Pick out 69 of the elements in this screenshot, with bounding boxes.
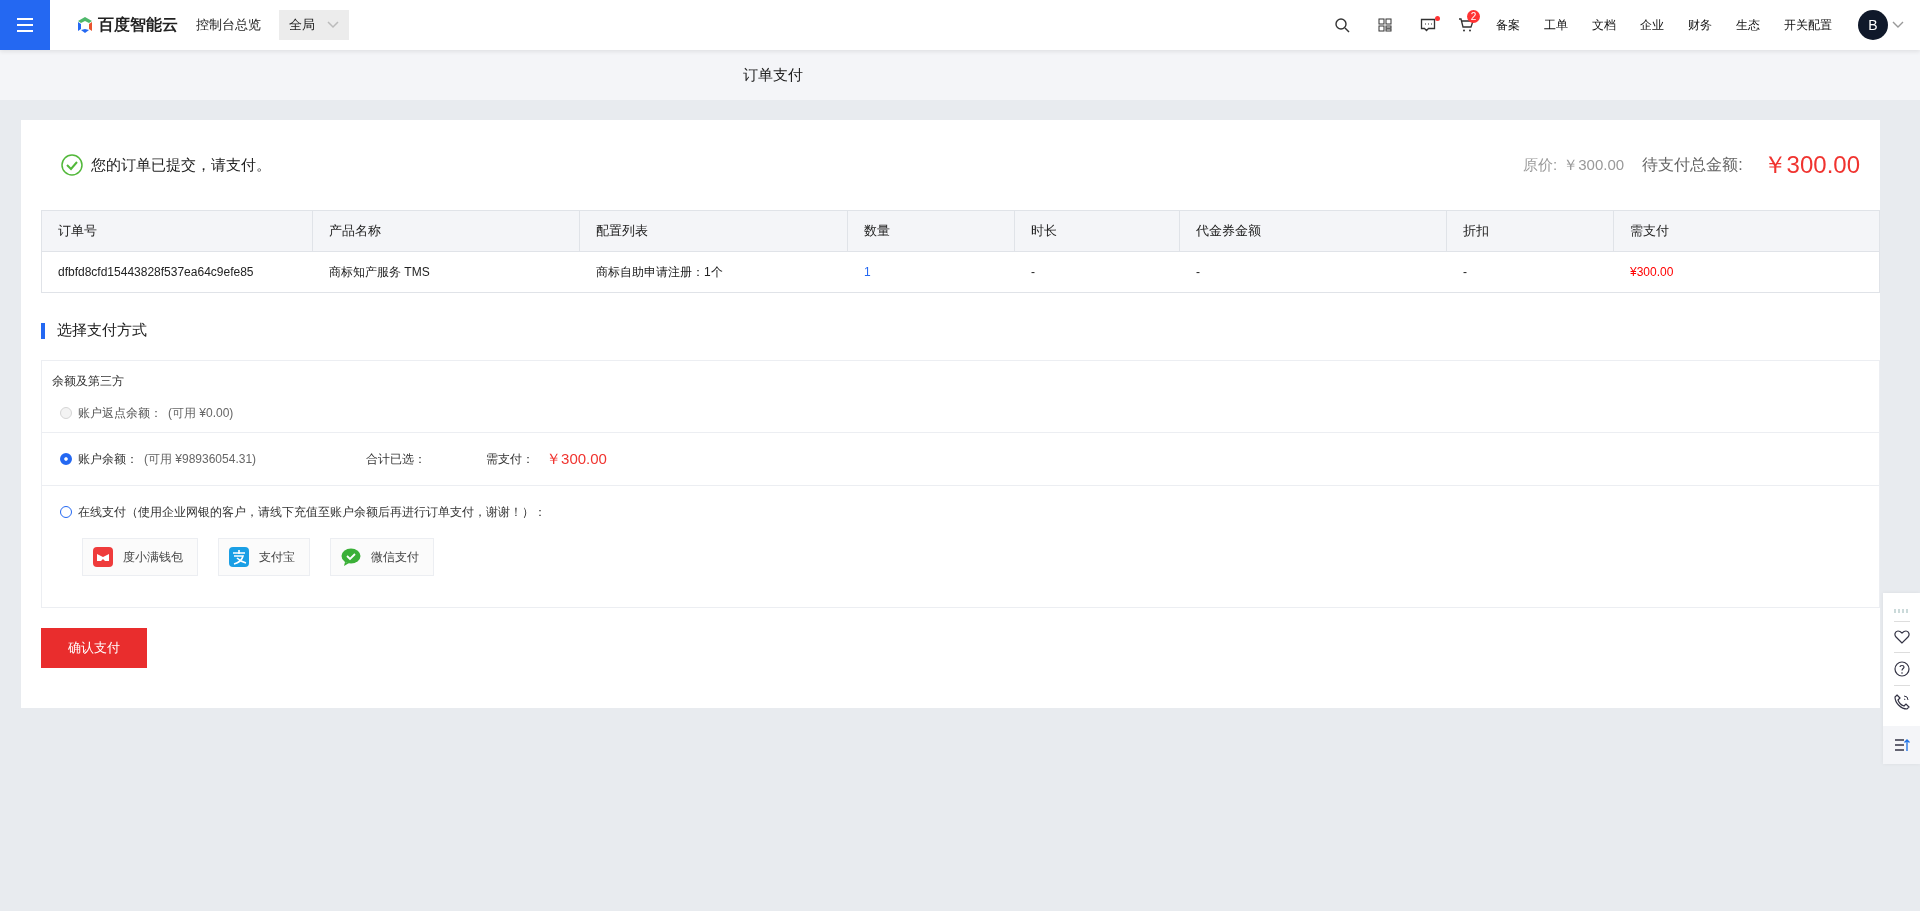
section-marker bbox=[41, 322, 45, 339]
check-circle-icon bbox=[61, 154, 83, 176]
total-due-label: 待支付总金额: bbox=[1642, 154, 1743, 175]
avatar[interactable]: B bbox=[1858, 10, 1888, 40]
table-cell-text: 商标知产服务 TMS bbox=[328, 263, 431, 281]
table-cell-text: 商标自助申请注册：1个 bbox=[595, 263, 724, 281]
group-title: 余额及第三方 bbox=[51, 373, 125, 390]
message-icon[interactable] bbox=[1420, 17, 1436, 33]
menu-button[interactable] bbox=[0, 0, 50, 50]
cube-logo-icon bbox=[76, 16, 94, 34]
nav-link[interactable]: 开关配置 bbox=[1784, 16, 1832, 34]
available-amount: (可用 ¥98936054.31) bbox=[144, 450, 257, 468]
table-cell-text: ¥300.00 bbox=[1629, 264, 1675, 281]
cart-count-badge: 2 bbox=[1467, 10, 1480, 23]
order-status-text: 您的订单已提交，请支付。 bbox=[91, 155, 271, 175]
original-price: ￥300.00 bbox=[1563, 155, 1625, 175]
chevron-down-icon bbox=[327, 21, 339, 29]
option-label: 账户返点余额： bbox=[78, 404, 162, 422]
payment-method-button[interactable]: 支付宝 bbox=[218, 538, 310, 576]
radio-button[interactable] bbox=[60, 453, 72, 465]
back-to-top-icon[interactable] bbox=[1893, 738, 1910, 752]
available-amount: (可用 ¥0.00) bbox=[168, 404, 234, 422]
column-header: 订单号 bbox=[42, 211, 313, 251]
original-price-label: 原价: bbox=[1523, 155, 1558, 175]
due-amount: ￥300.00 bbox=[546, 449, 607, 469]
column-header: 代金券金额 bbox=[1180, 211, 1447, 251]
column-header: 折扣 bbox=[1447, 211, 1614, 251]
radio-button[interactable] bbox=[60, 506, 72, 518]
chevron-down-icon[interactable] bbox=[1892, 21, 1904, 29]
nav-link[interactable]: 财务 bbox=[1688, 16, 1712, 34]
drag-handle-icon[interactable] bbox=[1893, 609, 1910, 613]
column-header: 产品名称 bbox=[313, 211, 580, 251]
menu-icon bbox=[16, 17, 34, 33]
table-cell-text: - bbox=[1195, 264, 1201, 281]
due-label: 需支付： bbox=[486, 450, 535, 468]
column-header: 数量 bbox=[848, 211, 1015, 251]
grid-icon[interactable] bbox=[1378, 18, 1392, 32]
table-cell-text: - bbox=[1030, 264, 1036, 281]
payment-method-button[interactable]: 度小满钱包 bbox=[82, 538, 198, 576]
column-header: 配置列表 bbox=[580, 211, 848, 251]
alipay-icon bbox=[229, 547, 249, 567]
logo[interactable]: 百度智能云 bbox=[76, 14, 178, 36]
help-icon[interactable] bbox=[1893, 661, 1910, 677]
logo-text: 百度智能云 bbox=[98, 14, 178, 35]
option-label: 在线支付（使用企业网银的客户，请线下充值至账户余额后再进行订单支付，谢谢！）： bbox=[78, 503, 546, 521]
payment-method-button[interactable]: 微信支付 bbox=[330, 538, 434, 576]
column-header: 时长 bbox=[1015, 211, 1180, 251]
option-label: 账户余额： bbox=[78, 450, 138, 468]
table-cell-text: - bbox=[1462, 264, 1468, 281]
phone-icon[interactable] bbox=[1893, 694, 1910, 710]
selected-total-label: 合计已选： bbox=[366, 450, 427, 468]
total-due-amount: ￥300.00 bbox=[1762, 150, 1860, 180]
nav-link[interactable]: 生态 bbox=[1736, 16, 1760, 34]
wallet-icon bbox=[93, 547, 113, 567]
section-title: 选择支付方式 bbox=[57, 321, 147, 340]
column-header: 需支付 bbox=[1629, 222, 1670, 240]
search-icon[interactable] bbox=[1334, 17, 1350, 33]
nav-link[interactable]: 企业 bbox=[1640, 16, 1664, 34]
nav-link[interactable]: 备案 bbox=[1496, 16, 1520, 34]
chat-bubble-icon bbox=[341, 548, 361, 566]
heart-icon[interactable] bbox=[1893, 630, 1910, 644]
confirm-payment-button[interactable]: 确认支付 bbox=[41, 628, 147, 668]
nav-link[interactable]: 文档 bbox=[1592, 16, 1616, 34]
region-select[interactable]: 全局 bbox=[279, 10, 349, 40]
page-title: 订单支付 bbox=[743, 65, 803, 85]
nav-link[interactable]: 工单 bbox=[1544, 16, 1568, 34]
table-cell-text: dfbfd8cfd15443828f537ea64c9efe85 bbox=[57, 264, 255, 281]
console-link[interactable]: 控制台总览 bbox=[196, 16, 261, 34]
table-cell-text: 1 bbox=[863, 264, 872, 281]
